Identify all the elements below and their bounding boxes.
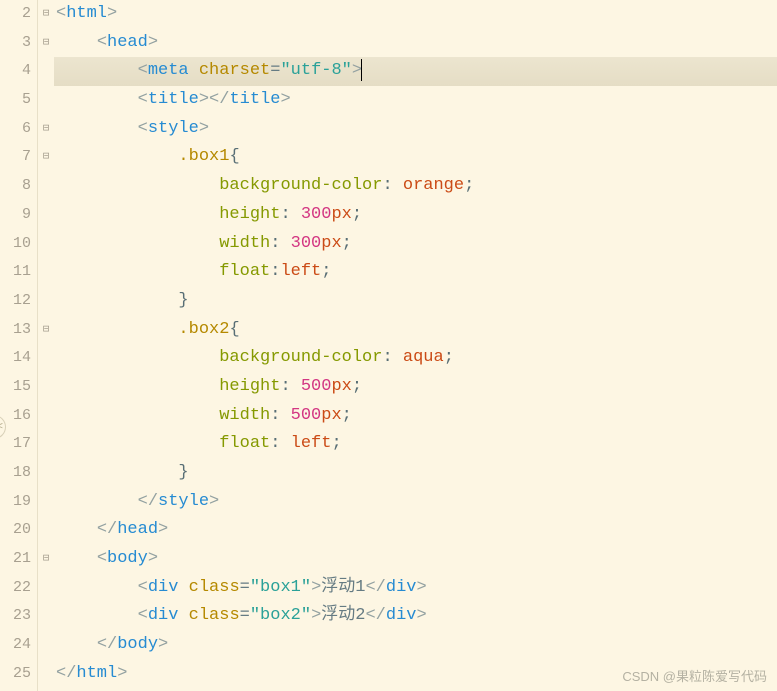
code-line[interactable]: <style> [54, 115, 777, 144]
fold-toggle-icon[interactable] [38, 57, 54, 86]
code-line[interactable]: float:left; [54, 258, 777, 287]
fold-toggle-icon[interactable] [38, 488, 54, 517]
line-number: 22 [0, 574, 37, 603]
fold-toggle-icon[interactable] [38, 402, 54, 431]
fold-toggle-icon[interactable] [38, 86, 54, 115]
code-line[interactable]: </head> [54, 516, 777, 545]
line-number: 13 [0, 316, 37, 345]
code-line[interactable]: <head> [54, 29, 777, 58]
code-line[interactable]: width: 500px; [54, 402, 777, 431]
code-line[interactable]: <div class="box1">浮动1</div> [54, 574, 777, 603]
code-line[interactable]: <div class="box2">浮动2</div> [54, 602, 777, 631]
line-number: 6 [0, 115, 37, 144]
line-number: 8 [0, 172, 37, 201]
fold-toggle-icon[interactable] [38, 660, 54, 689]
code-line[interactable]: } [54, 287, 777, 316]
code-line[interactable]: <html> [54, 0, 777, 29]
line-number: 25 [0, 660, 37, 689]
line-number: 12 [0, 287, 37, 316]
code-area[interactable]: <html> <head> <meta charset="utf-8"> <ti… [54, 0, 777, 691]
code-line[interactable]: <title></title> [54, 86, 777, 115]
fold-toggle-icon[interactable] [38, 258, 54, 287]
line-number: 4 [0, 57, 37, 86]
fold-toggle-icon[interactable]: ⊟ [38, 115, 54, 144]
fold-toggle-icon[interactable] [38, 602, 54, 631]
line-number: 24 [0, 631, 37, 660]
fold-toggle-icon[interactable] [38, 373, 54, 402]
watermark-text: CSDN @果粒陈爱写代码 [622, 666, 767, 685]
fold-toggle-icon[interactable] [38, 574, 54, 603]
line-number: 11 [0, 258, 37, 287]
fold-toggle-icon[interactable] [38, 230, 54, 259]
fold-toggle-icon[interactable] [38, 344, 54, 373]
fold-gutter: ⊟ ⊟ ⊟ ⊟ ⊟ ⊟ [38, 0, 54, 691]
line-number: 23 [0, 602, 37, 631]
line-number: 3 [0, 29, 37, 58]
code-line[interactable]: </style> [54, 488, 777, 517]
line-number: 20 [0, 516, 37, 545]
line-number: 21 [0, 545, 37, 574]
code-line[interactable]: background-color: orange; [54, 172, 777, 201]
line-number: 5 [0, 86, 37, 115]
code-line[interactable]: <body> [54, 545, 777, 574]
fold-toggle-icon[interactable] [38, 287, 54, 316]
fold-toggle-icon[interactable] [38, 172, 54, 201]
fold-toggle-icon[interactable] [38, 516, 54, 545]
fold-toggle-icon[interactable] [38, 201, 54, 230]
code-line[interactable]: width: 300px; [54, 230, 777, 259]
code-line[interactable]: .box1{ [54, 143, 777, 172]
code-line[interactable]: float: left; [54, 430, 777, 459]
fold-toggle-icon[interactable]: ⊟ [38, 545, 54, 574]
code-line[interactable]: height: 500px; [54, 373, 777, 402]
fold-toggle-icon[interactable] [38, 459, 54, 488]
line-number: 14 [0, 344, 37, 373]
line-number: 15 [0, 373, 37, 402]
chevron-left-icon: < [0, 422, 3, 433]
code-line[interactable]: </body> [54, 631, 777, 660]
fold-toggle-icon[interactable] [38, 631, 54, 660]
fold-toggle-icon[interactable]: ⊟ [38, 143, 54, 172]
line-number: 10 [0, 230, 37, 259]
line-number: 2 [0, 0, 37, 29]
code-line[interactable]: background-color: aqua; [54, 344, 777, 373]
code-line[interactable]: } [54, 459, 777, 488]
line-gutter: 2 3 4 5 6 7 8 9 10 11 12 13 14 15 16 17 … [0, 0, 38, 691]
line-number: 9 [0, 201, 37, 230]
code-editor[interactable]: 2 3 4 5 6 7 8 9 10 11 12 13 14 15 16 17 … [0, 0, 777, 691]
line-number: 7 [0, 143, 37, 172]
fold-toggle-icon[interactable] [38, 430, 54, 459]
text-cursor [361, 59, 362, 81]
fold-toggle-icon[interactable]: ⊟ [38, 0, 54, 29]
code-line-active[interactable]: <meta charset="utf-8"> [54, 57, 777, 86]
code-line[interactable]: height: 300px; [54, 201, 777, 230]
line-number: 19 [0, 488, 37, 517]
fold-toggle-icon[interactable]: ⊟ [38, 316, 54, 345]
fold-toggle-icon[interactable]: ⊟ [38, 29, 54, 58]
code-line[interactable]: .box2{ [54, 316, 777, 345]
line-number: 17 [0, 430, 37, 459]
line-number: 18 [0, 459, 37, 488]
